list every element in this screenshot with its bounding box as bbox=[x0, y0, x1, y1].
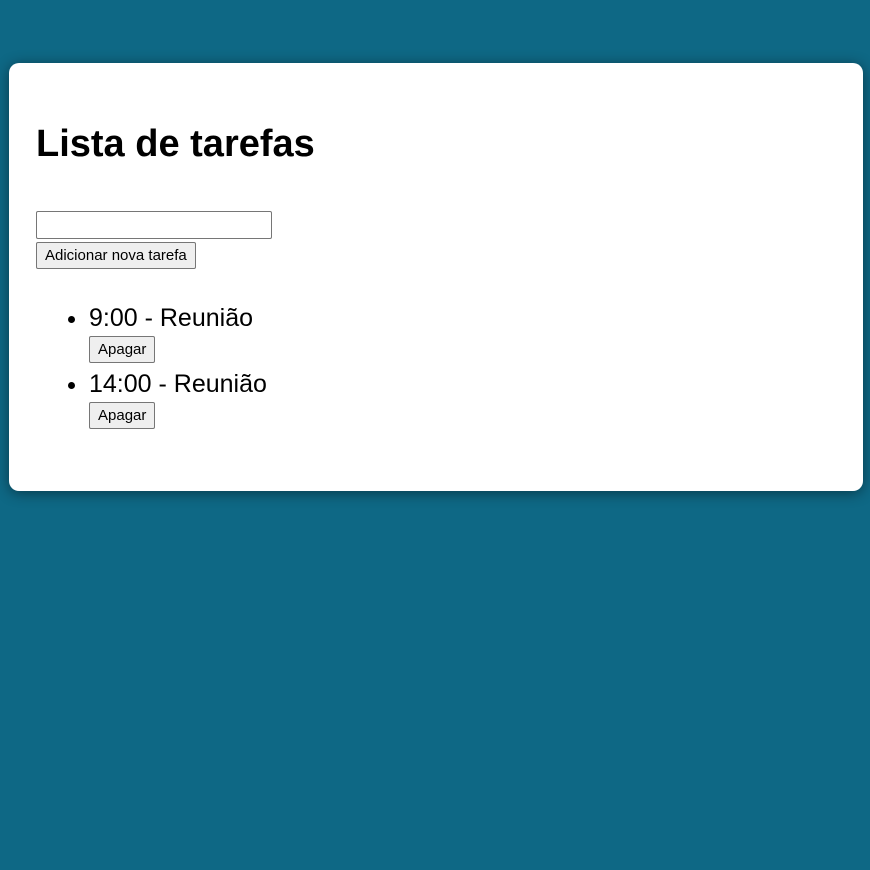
delete-task-button[interactable]: Apagar bbox=[89, 336, 156, 363]
page-title: Lista de tarefas bbox=[36, 123, 315, 165]
task-text: 9:00 - Reunião bbox=[89, 304, 254, 332]
task-list: 9:00 - Reunião Apagar 14:00 - Reunião Ap… bbox=[89, 301, 267, 433]
list-item: 9:00 - Reunião Apagar bbox=[89, 301, 267, 363]
delete-task-button[interactable]: Apagar bbox=[89, 402, 156, 429]
list-item: 14:00 - Reunião Apagar bbox=[89, 367, 267, 429]
task-text: 14:00 - Reunião bbox=[89, 370, 267, 398]
todo-card: Lista de tarefas Adicionar nova tarefa 9… bbox=[9, 63, 863, 491]
add-task-button[interactable]: Adicionar nova tarefa bbox=[36, 242, 196, 269]
new-task-input[interactable] bbox=[36, 211, 272, 239]
